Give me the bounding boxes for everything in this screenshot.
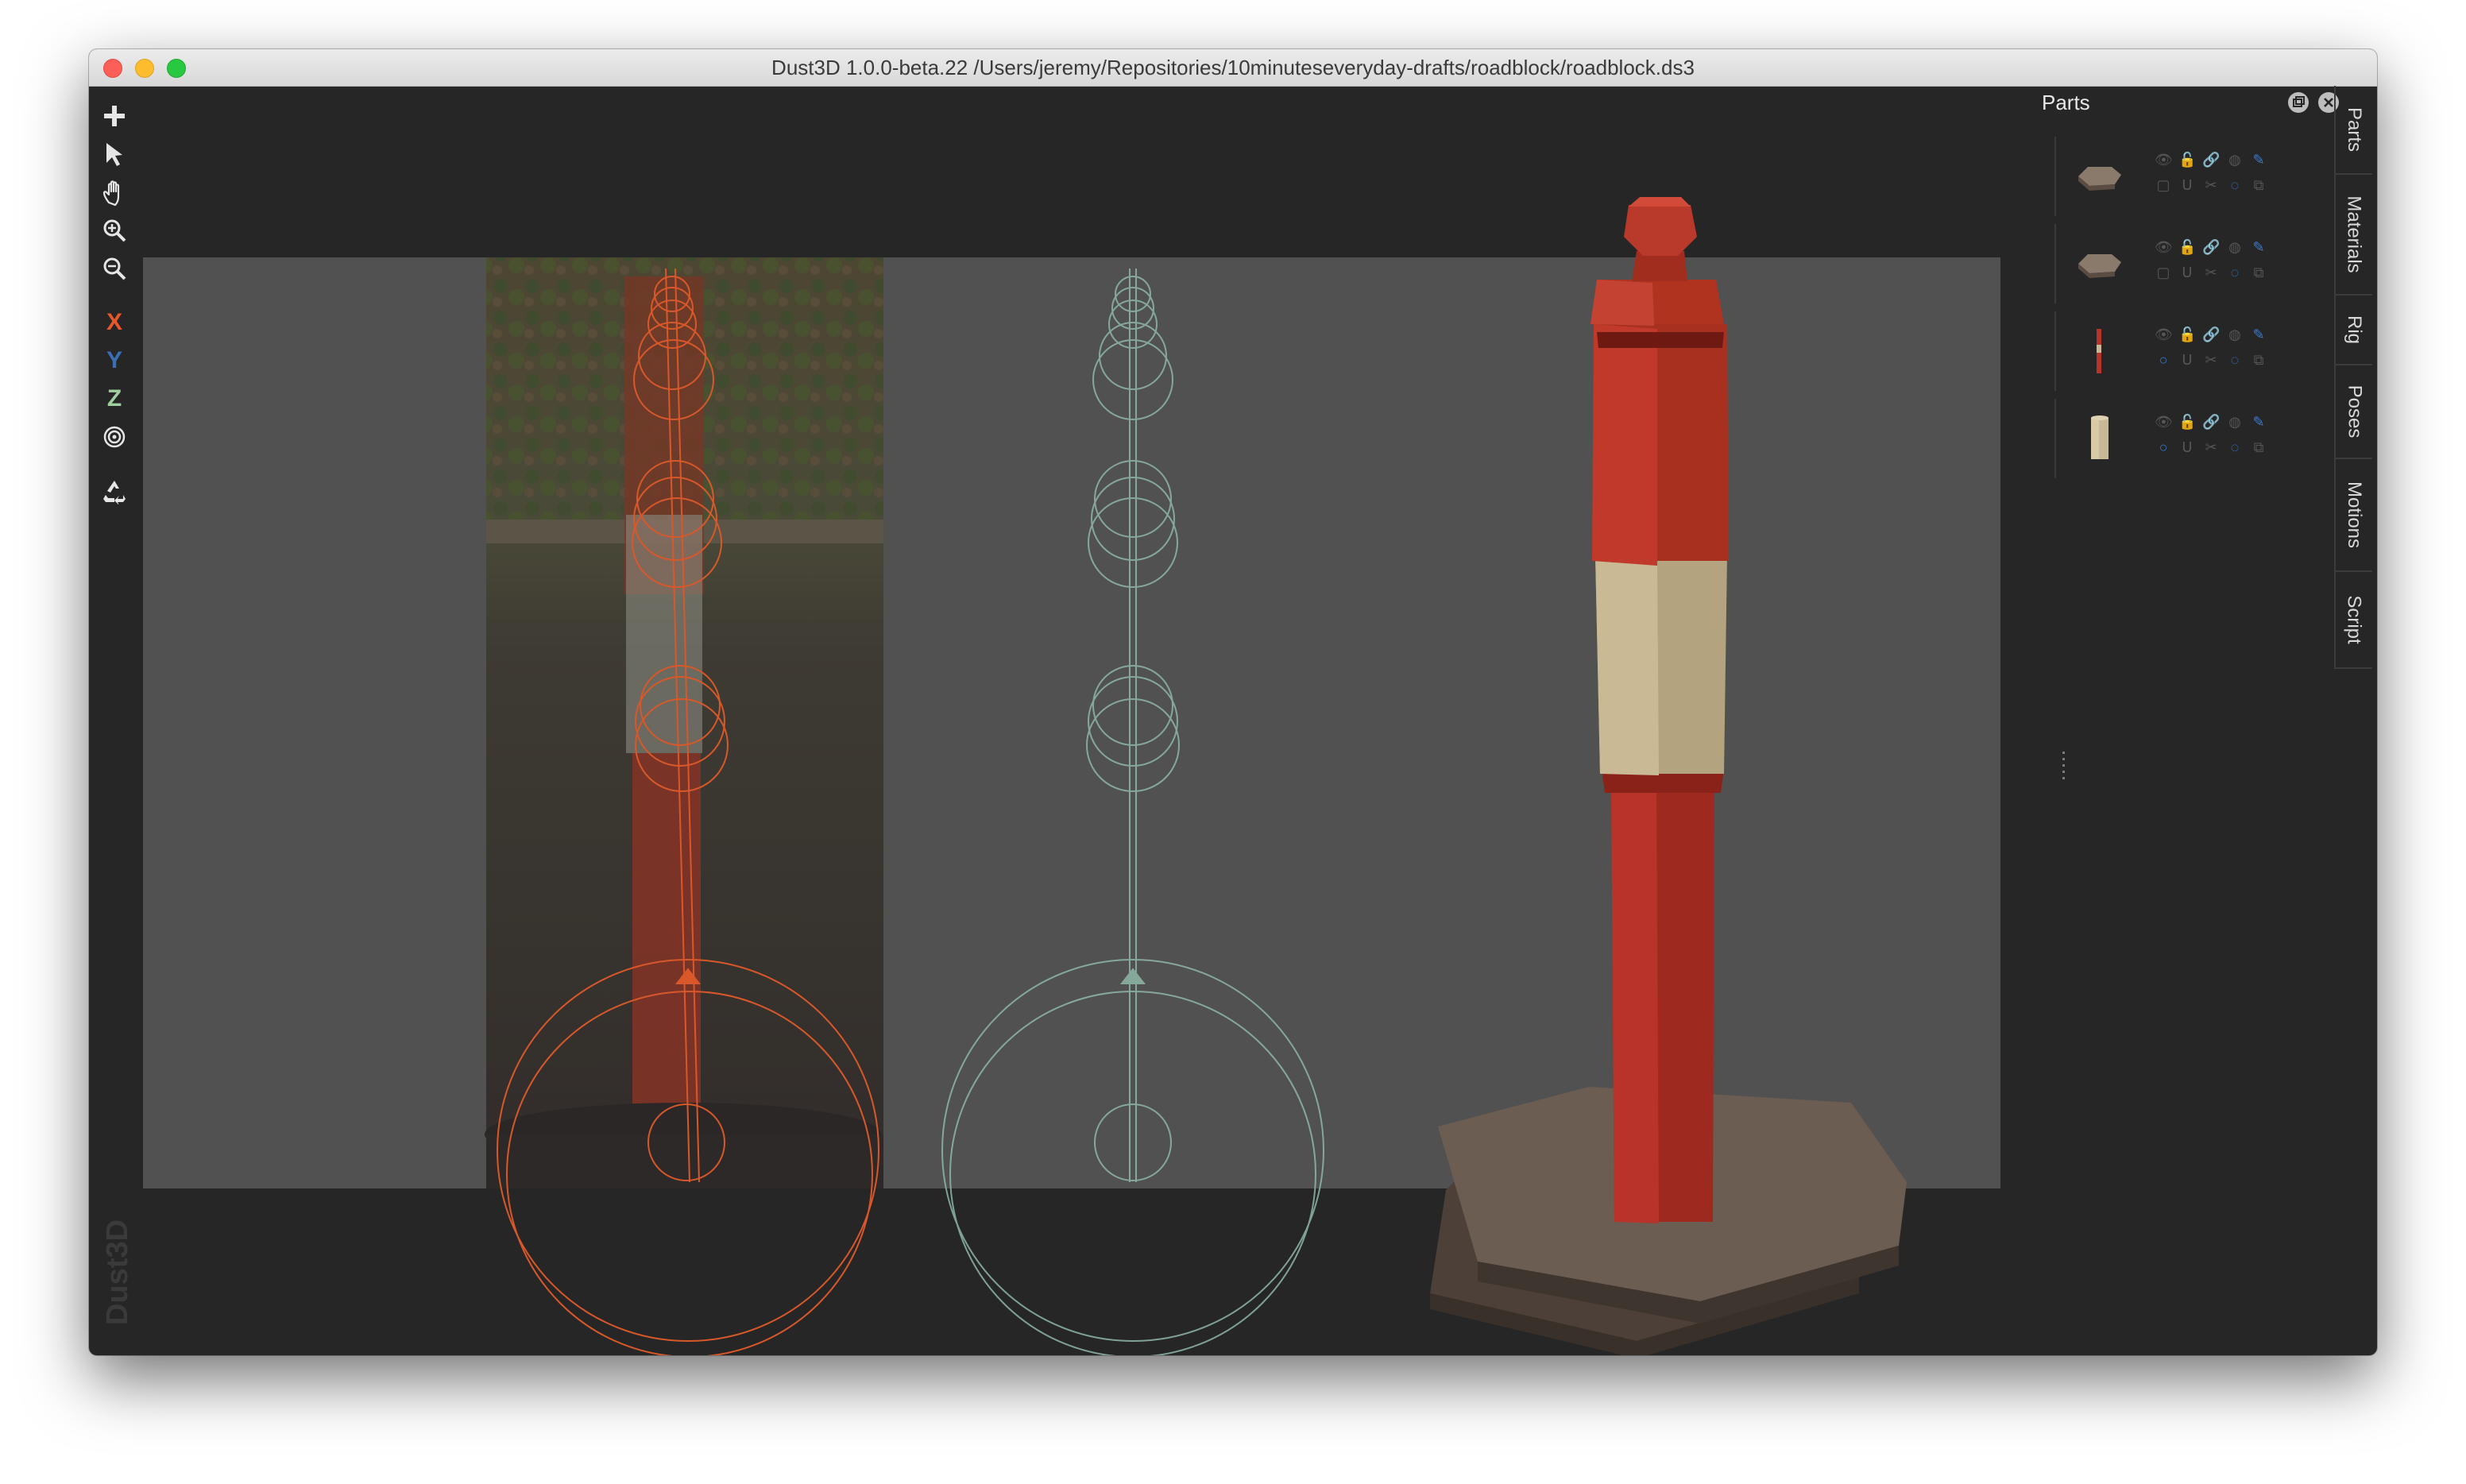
select-icon bbox=[106, 143, 122, 166]
layer-icon[interactable]: ⧉ bbox=[2250, 264, 2267, 281]
lock-icon[interactable]: 🔓 bbox=[2178, 151, 2196, 168]
float-panel-button[interactable] bbox=[2288, 92, 2309, 113]
tab-motions[interactable]: Motions bbox=[2334, 459, 2372, 572]
tab-poses-label: Poses bbox=[2344, 385, 2366, 439]
part-options: 👁 🔓 🔗 ◍ ✎ ▢ Ս ✂ ◌ ⧉ bbox=[2155, 151, 2282, 202]
red-post-icon bbox=[2097, 329, 2101, 373]
tab-parts[interactable]: Parts bbox=[2334, 86, 2372, 175]
color-icon[interactable]: ◍ bbox=[2226, 326, 2244, 343]
link-icon[interactable]: 🔗 bbox=[2202, 238, 2220, 256]
rotate-icon[interactable]: ◌ bbox=[2226, 176, 2244, 194]
link-icon[interactable]: 🔗 bbox=[2202, 151, 2220, 168]
right-tab-bar: Parts Materials Rig Poses Motions Script bbox=[2334, 86, 2377, 721]
zoom-out-icon bbox=[103, 257, 126, 280]
app-window: Dust3D 1.0.0-beta.22 /Users/jeremy/Repos… bbox=[89, 49, 2377, 1355]
rotate-icon[interactable]: ◌ bbox=[2226, 264, 2244, 281]
part-options: 👁 🔓 🔗 ◍ ✎ ▢ Ս ✂ ◌ ⧉ bbox=[2155, 238, 2282, 289]
edit-brush-icon[interactable]: ✎ bbox=[2250, 151, 2267, 168]
z-axis-toggle[interactable]: Z bbox=[97, 381, 132, 416]
tab-materials-label: Materials bbox=[2344, 195, 2366, 273]
tab-script[interactable]: Script bbox=[2334, 572, 2372, 669]
tab-motions-label: Motions bbox=[2344, 481, 2366, 549]
tab-materials[interactable]: Materials bbox=[2334, 175, 2372, 296]
recycle-icon bbox=[103, 481, 126, 504]
edit-brush-icon[interactable]: ✎ bbox=[2250, 326, 2267, 343]
edit-brush-icon[interactable]: ✎ bbox=[2250, 238, 2267, 256]
magnet-icon[interactable]: Ս bbox=[2178, 439, 2196, 456]
box-icon[interactable]: ▢ bbox=[2155, 264, 2172, 281]
edit-brush-icon[interactable]: ✎ bbox=[2250, 413, 2267, 431]
box-icon[interactable]: ▢ bbox=[2155, 176, 2172, 194]
cylinder-icon bbox=[2091, 415, 2108, 459]
brand-text: Dust3D bbox=[101, 1219, 134, 1325]
tab-rig[interactable]: Rig bbox=[2334, 296, 2372, 365]
panel-splitter-handle[interactable] bbox=[2062, 752, 2066, 783]
viewport-canvas[interactable] bbox=[143, 86, 2129, 1355]
part-options: 👁 🔓 🔗 ◍ ✎ ○ Ս ✂ ◌ ⧉ bbox=[2155, 413, 2282, 464]
link-icon[interactable]: 🔗 bbox=[2202, 326, 2220, 343]
layer-icon[interactable]: ⧉ bbox=[2250, 351, 2267, 369]
magnet-icon[interactable]: Ս bbox=[2178, 176, 2196, 194]
link-icon[interactable]: 🔗 bbox=[2202, 413, 2220, 431]
x-axis-toggle[interactable]: X bbox=[97, 305, 132, 340]
radial-mirror-button[interactable] bbox=[97, 419, 132, 454]
model-viewport[interactable] bbox=[143, 86, 2129, 1355]
add-tool-button[interactable] bbox=[97, 99, 132, 133]
tab-script-label: Script bbox=[2344, 595, 2366, 644]
visibility-icon[interactable]: 👁 bbox=[2155, 151, 2173, 168]
y-axis-toggle[interactable]: Y bbox=[97, 343, 132, 378]
visibility-icon[interactable]: 👁 bbox=[2155, 326, 2173, 343]
circle-icon[interactable]: ○ bbox=[2155, 439, 2172, 456]
x-axis-label: X bbox=[106, 309, 122, 335]
magnet-icon[interactable]: Ս bbox=[2178, 351, 2196, 369]
visibility-icon[interactable]: 👁 bbox=[2155, 238, 2173, 256]
cut-icon[interactable]: ✂ bbox=[2202, 264, 2220, 281]
part-item[interactable]: 👁 🔓 🔗 ◍ ✎ ○ Ս ✂ ◌ ⧉ bbox=[2051, 399, 2329, 478]
tab-rig-label: Rig bbox=[2343, 315, 2365, 345]
part-options: 👁 🔓 🔗 ◍ ✎ ○ Ս ✂ ◌ ⧉ bbox=[2155, 326, 2282, 377]
cut-icon[interactable]: ✂ bbox=[2202, 351, 2220, 369]
tab-parts-label: Parts bbox=[2344, 106, 2366, 153]
regenerate-button[interactable] bbox=[97, 473, 132, 508]
lock-icon[interactable]: 🔓 bbox=[2178, 413, 2196, 431]
circle-icon[interactable]: ○ bbox=[2155, 351, 2172, 369]
y-axis-label: Y bbox=[106, 347, 122, 373]
color-icon[interactable]: ◍ bbox=[2226, 238, 2244, 256]
zoom-in-button[interactable] bbox=[97, 213, 132, 248]
radial-mirror-icon bbox=[103, 426, 126, 448]
hexagon-plate-icon bbox=[2078, 254, 2121, 278]
part-item[interactable]: 👁 🔓 🔗 ◍ ✎ ▢ Ս ✂ ◌ ⧉ bbox=[2051, 137, 2329, 216]
rotate-icon[interactable]: ◌ bbox=[2226, 439, 2244, 456]
cut-icon[interactable]: ✂ bbox=[2202, 176, 2220, 194]
part-item[interactable]: 👁 🔓 🔗 ◍ ✎ ▢ Ս ✂ ◌ ⧉ bbox=[2051, 224, 2329, 303]
detach-icon bbox=[2293, 96, 2305, 107]
layer-icon[interactable]: ⧉ bbox=[2250, 439, 2267, 456]
title-bar: Dust3D 1.0.0-beta.22 /Users/jeremy/Repos… bbox=[89, 49, 2377, 87]
lock-icon[interactable]: 🔓 bbox=[2178, 238, 2196, 256]
tab-poses[interactable]: Poses bbox=[2334, 365, 2372, 459]
magnet-icon[interactable]: Ս bbox=[2178, 264, 2196, 281]
part-item[interactable]: 👁 🔓 🔗 ◍ ✎ ○ Ս ✂ ◌ ⧉ bbox=[2051, 311, 2329, 391]
parts-panel-title: Parts bbox=[2042, 91, 2090, 114]
rotate-icon[interactable]: ◌ bbox=[2226, 351, 2244, 369]
pan-hand-icon bbox=[102, 180, 120, 206]
cut-icon[interactable]: ✂ bbox=[2202, 439, 2220, 456]
color-icon[interactable]: ◍ bbox=[2226, 151, 2244, 168]
select-tool-button[interactable] bbox=[97, 137, 132, 172]
hexagon-plate-icon bbox=[2078, 167, 2121, 191]
visibility-icon[interactable]: 👁 bbox=[2155, 413, 2173, 431]
add-icon bbox=[104, 106, 125, 126]
z-axis-label: Z bbox=[106, 385, 122, 412]
layer-icon[interactable]: ⧉ bbox=[2250, 176, 2267, 194]
zoom-in-icon bbox=[103, 219, 126, 242]
zoom-out-button[interactable] bbox=[97, 251, 132, 286]
window-title: Dust3D 1.0.0-beta.22 /Users/jeremy/Repos… bbox=[771, 56, 1695, 79]
color-icon[interactable]: ◍ bbox=[2226, 413, 2244, 431]
dust3d-brand-watermark: Dust3D bbox=[101, 1219, 134, 1325]
pan-tool-button[interactable] bbox=[97, 175, 132, 210]
lock-icon[interactable]: 🔓 bbox=[2178, 326, 2196, 343]
